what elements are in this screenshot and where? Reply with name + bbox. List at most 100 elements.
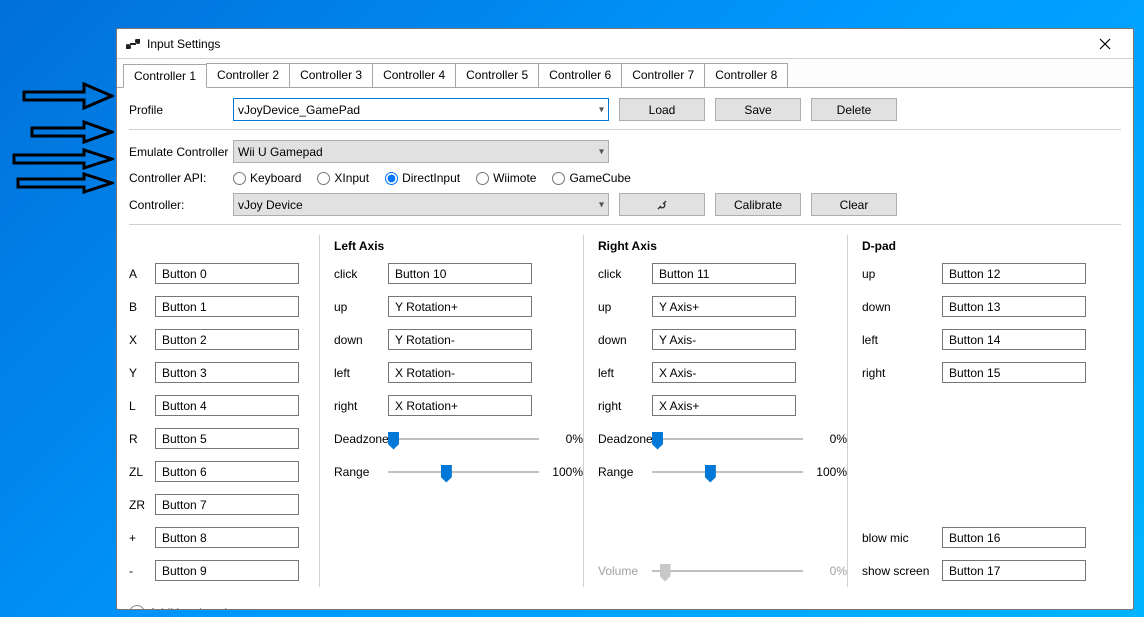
- right-range-slider[interactable]: [652, 462, 803, 482]
- right-deadzone-label: Deadzone: [598, 432, 652, 446]
- emulate-combo[interactable]: Wii U Gamepad ▾: [233, 140, 609, 163]
- map-bind-box[interactable]: Y Axis+: [652, 296, 796, 317]
- tab-controller-6[interactable]: Controller 6: [538, 63, 622, 87]
- left-range-slider[interactable]: [388, 462, 539, 482]
- map-bind-box[interactable]: Button 3: [155, 362, 299, 383]
- map-row: upButton 12: [862, 257, 1121, 290]
- clear-button[interactable]: Clear: [811, 193, 897, 216]
- left-deadzone-value: 0%: [547, 432, 583, 446]
- map-row: -Button 9: [129, 554, 319, 587]
- left-deadzone-row: Deadzone 0%: [334, 422, 583, 455]
- emulate-value: Wii U Gamepad: [238, 145, 323, 159]
- map-bind-box[interactable]: X Rotation-: [388, 362, 532, 383]
- map-bind-box[interactable]: Button 0: [155, 263, 299, 284]
- right-deadzone-slider[interactable]: [652, 429, 803, 449]
- map-bind-box[interactable]: Button 13: [942, 296, 1086, 317]
- map-row: +Button 8: [129, 521, 319, 554]
- tab-controller-5[interactable]: Controller 5: [455, 63, 539, 87]
- map-row: YButton 3: [129, 356, 319, 389]
- tab-controller-1[interactable]: Controller 1: [123, 64, 207, 88]
- map-bind-box[interactable]: Y Axis-: [652, 329, 796, 350]
- tab-controller-2[interactable]: Controller 2: [206, 63, 290, 87]
- show-screen-bind[interactable]: Button 17: [942, 560, 1086, 581]
- map-row: rightX Axis+: [598, 389, 847, 422]
- map-key: right: [334, 399, 388, 413]
- delete-button[interactable]: Delete: [811, 98, 897, 121]
- map-row: XButton 2: [129, 323, 319, 356]
- map-bind-box[interactable]: Button 14: [942, 329, 1086, 350]
- profile-value: vJoyDevice_GamePad: [238, 103, 360, 117]
- map-key: A: [129, 267, 155, 281]
- map-key: down: [862, 300, 942, 314]
- connect-button[interactable]: [619, 193, 705, 216]
- map-bind-box[interactable]: Button 11: [652, 263, 796, 284]
- map-bind-box[interactable]: Button 9: [155, 560, 299, 581]
- plug-icon: [655, 198, 669, 212]
- chevron-down-icon: ▾: [599, 146, 604, 157]
- api-radio-wiimote[interactable]: Wiimote: [476, 171, 536, 185]
- map-key: left: [862, 333, 942, 347]
- tab-controller-4[interactable]: Controller 4: [372, 63, 456, 87]
- profile-combo[interactable]: vJoyDevice_GamePad ▾: [233, 98, 609, 121]
- tab-controller-3[interactable]: Controller 3: [289, 63, 373, 87]
- api-radio-keyboard[interactable]: Keyboard: [233, 171, 301, 185]
- map-bind-box[interactable]: Button 4: [155, 395, 299, 416]
- map-key: left: [598, 366, 652, 380]
- map-bind-box[interactable]: X Axis-: [652, 362, 796, 383]
- api-radio-directinput[interactable]: DirectInput: [385, 171, 460, 185]
- map-bind-box[interactable]: Button 10: [388, 263, 532, 284]
- controller-combo[interactable]: vJoy Device ▾: [233, 193, 609, 216]
- map-row: downButton 13: [862, 290, 1121, 323]
- api-radio-group: Keyboard XInput DirectInput Wiimote GameCube: [233, 171, 631, 185]
- calibrate-button[interactable]: Calibrate: [715, 193, 801, 216]
- map-row: AButton 0: [129, 257, 319, 290]
- blow-mic-bind[interactable]: Button 16: [942, 527, 1086, 548]
- chevron-down-icon: ▾: [599, 104, 604, 115]
- map-row: leftX Rotation-: [334, 356, 583, 389]
- window-title: Input Settings: [147, 37, 1085, 51]
- left-deadzone-slider[interactable]: [388, 429, 539, 449]
- close-button[interactable]: [1085, 30, 1125, 58]
- map-row: upY Axis+: [598, 290, 847, 323]
- annotation-arrow: [12, 148, 114, 170]
- tab-controller-7[interactable]: Controller 7: [621, 63, 705, 87]
- annotation-arrow: [22, 82, 114, 110]
- map-row: downY Rotation-: [334, 323, 583, 356]
- map-bind-box[interactable]: Y Rotation+: [388, 296, 532, 317]
- volume-slider: [652, 561, 803, 581]
- save-button[interactable]: Save: [715, 98, 801, 121]
- map-key: ZL: [129, 465, 155, 479]
- map-bind-box[interactable]: Button 6: [155, 461, 299, 482]
- map-row: rightX Rotation+: [334, 389, 583, 422]
- map-bind-box[interactable]: Button 8: [155, 527, 299, 548]
- map-bind-box[interactable]: Button 7: [155, 494, 299, 515]
- tab-controller-8[interactable]: Controller 8: [704, 63, 788, 87]
- controller-icon: [125, 36, 141, 52]
- left-range-label: Range: [334, 465, 388, 479]
- map-bind-box[interactable]: Button 2: [155, 329, 299, 350]
- controller-tabs: Controller 1Controller 2Controller 3Cont…: [117, 59, 1133, 88]
- chevron-down-icon: ▾: [599, 199, 604, 210]
- col-header-buttons: [129, 235, 319, 257]
- volume-row: Volume 0%: [598, 554, 847, 587]
- map-key: down: [598, 333, 652, 347]
- map-key: right: [862, 366, 942, 380]
- api-radio-xinput[interactable]: XInput: [317, 171, 369, 185]
- map-bind-box[interactable]: X Axis+: [652, 395, 796, 416]
- additional-settings-toggle[interactable]: ⌄ Additional settings: [129, 605, 1121, 609]
- map-bind-box[interactable]: Button 15: [942, 362, 1086, 383]
- map-bind-box[interactable]: Y Rotation-: [388, 329, 532, 350]
- map-key: B: [129, 300, 155, 314]
- volume-label: Volume: [598, 564, 652, 578]
- right-deadzone-row: Deadzone 0%: [598, 422, 847, 455]
- left-range-row: Range 100%: [334, 455, 583, 488]
- right-axis-header: Right Axis: [598, 235, 847, 257]
- map-bind-box[interactable]: Button 5: [155, 428, 299, 449]
- map-bind-box[interactable]: X Rotation+: [388, 395, 532, 416]
- api-label: Controller API:: [129, 171, 233, 185]
- load-button[interactable]: Load: [619, 98, 705, 121]
- map-bind-box[interactable]: Button 1: [155, 296, 299, 317]
- right-deadzone-value: 0%: [811, 432, 847, 446]
- map-bind-box[interactable]: Button 12: [942, 263, 1086, 284]
- api-radio-gamecube[interactable]: GameCube: [552, 171, 630, 185]
